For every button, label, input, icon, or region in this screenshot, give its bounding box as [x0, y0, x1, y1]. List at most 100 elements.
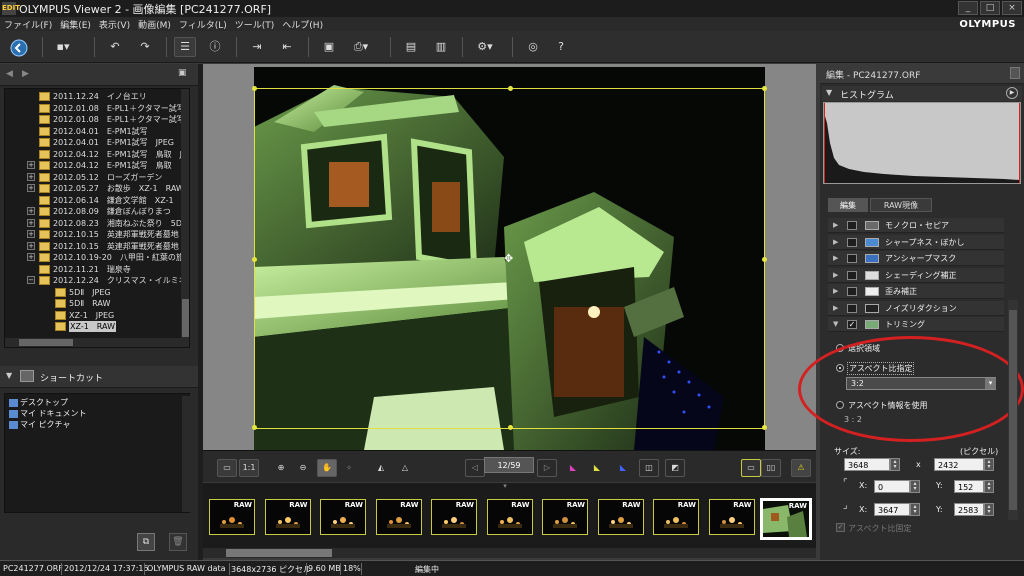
- edit-panel-scroll-thumb[interactable]: [1009, 310, 1017, 510]
- export-icon[interactable]: ⇥: [246, 37, 268, 57]
- single-view-icon[interactable]: ▭: [741, 459, 761, 477]
- shortcut-pictures[interactable]: マイ ピクチャ: [9, 419, 70, 430]
- tree-folder[interactable]: 2012.04.01 E-PM1試写 JPEG: [5, 137, 181, 148]
- undo-icon[interactable]: ↶: [104, 37, 126, 57]
- menu-filter[interactable]: フィルタ(L): [175, 18, 231, 31]
- crop-handle-b[interactable]: [508, 425, 513, 430]
- highlight-warning-icon[interactable]: ⚠: [791, 459, 811, 477]
- menu-view[interactable]: 表示(V): [95, 18, 134, 31]
- filmstrip-thumbnail[interactable]: RAW: [320, 499, 366, 535]
- crop-handle-tl[interactable]: [252, 86, 257, 91]
- expand-icon[interactable]: ▶: [833, 218, 838, 233]
- tree-folder[interactable]: − 2012.12.24 クリスマス・イルミネーション: [5, 275, 189, 286]
- new-folder-icon[interactable]: ▣: [178, 68, 187, 78]
- slideshow-icon[interactable]: ▣: [318, 37, 340, 57]
- effect-checkbox[interactable]: [847, 254, 857, 263]
- tree-folder[interactable]: +2012.05.27 お散歩 XZ-1 RAW: [5, 183, 184, 194]
- tree-folder[interactable]: 2012.04.12 E-PM1試写 鳥取 J: [5, 149, 182, 160]
- filmstrip-thumbnail[interactable]: RAW: [264, 499, 311, 535]
- label-yellow-icon[interactable]: ◣: [587, 459, 607, 477]
- dual-view-icon[interactable]: ▯▯: [761, 459, 781, 477]
- filmstrip-thumbnail[interactable]: RAW: [653, 499, 699, 535]
- effect-monochrome-sepia[interactable]: ▶ モノクロ・セピア: [828, 218, 1004, 233]
- crop-x0-input[interactable]: 0: [874, 480, 910, 493]
- image-adjust-icon[interactable]: ▥: [430, 37, 452, 57]
- add-shortcut-icon[interactable]: ⧉: [137, 533, 155, 551]
- home-icon[interactable]: [8, 37, 30, 57]
- crop-width-spinner[interactable]: ▴ ▾: [890, 458, 900, 471]
- tree-folder[interactable]: +2012.10.15 英連邦軍戦死者墓地: [5, 241, 181, 252]
- menu-file[interactable]: ファイル(F): [0, 18, 56, 31]
- panel-pin-icon[interactable]: [1010, 67, 1020, 79]
- histogram-header[interactable]: ▼ ヒストグラム ▶: [822, 86, 1022, 101]
- tree-folder[interactable]: +2012.04.12 E-PM1試写 鳥取: [5, 160, 181, 171]
- menu-help[interactable]: ヘルプ(H): [278, 18, 327, 31]
- crop-y0-spinner[interactable]: ▴ ▾: [984, 480, 994, 493]
- expand-icon[interactable]: +: [27, 184, 35, 192]
- crop-selection-frame[interactable]: ✥: [252, 86, 767, 430]
- effect-trimming[interactable]: ▼ ✓ トリミング: [828, 317, 1004, 332]
- tree-folder[interactable]: +2012.08.23 湘南ねぶた祭り 5DⅡ: [5, 218, 186, 229]
- crop-handle-bl[interactable]: [252, 425, 257, 430]
- effect-checkbox[interactable]: [847, 303, 857, 313]
- crop-y1-spinner[interactable]: ▴ ▾: [984, 503, 994, 516]
- forward-icon[interactable]: ▶: [22, 69, 29, 79]
- tree-folder[interactable]: +2012.10.19-20 八甲田・紅葉の旅: [5, 252, 184, 263]
- update-icon[interactable]: ◎: [522, 37, 544, 57]
- histogram-options-icon[interactable]: ▶: [1006, 87, 1018, 99]
- tree-folder[interactable]: 2012.04.01 E-PM1試写: [5, 126, 181, 137]
- import-icon[interactable]: ⇤: [276, 37, 298, 57]
- close-button[interactable]: ×: [1002, 1, 1022, 15]
- crop-x0-spinner[interactable]: ▴ ▾: [910, 480, 920, 493]
- crop-handle-t[interactable]: [508, 86, 513, 91]
- tree-subfolder[interactable]: 5DⅡ JPEG: [5, 287, 181, 298]
- help-icon[interactable]: ?: [550, 37, 572, 57]
- effect-checkbox[interactable]: [847, 270, 857, 280]
- zoom-out-icon[interactable]: ⊖: [293, 459, 313, 477]
- expand-icon[interactable]: ▶: [833, 301, 838, 316]
- save-icon[interactable]: ▪▾: [52, 37, 74, 57]
- crop-handle-r[interactable]: [762, 257, 767, 262]
- list-view-icon[interactable]: ☰: [174, 37, 196, 57]
- expand-icon[interactable]: ▶: [833, 284, 838, 299]
- expand-icon[interactable]: +: [27, 161, 35, 169]
- expand-icon[interactable]: +: [27, 241, 35, 250]
- expand-icon[interactable]: +: [27, 218, 35, 227]
- back-icon[interactable]: ◀: [6, 69, 13, 79]
- collapse-histogram-icon[interactable]: ▼: [826, 88, 832, 97]
- expand-icon[interactable]: ▶: [833, 251, 838, 266]
- collapse-icon[interactable]: ▼: [833, 317, 838, 332]
- expand-icon[interactable]: +: [27, 207, 35, 215]
- trash-icon[interactable]: 🗑: [169, 533, 187, 551]
- crop-x1-input[interactable]: 3647: [874, 503, 910, 516]
- zoom-in-icon[interactable]: ⊕: [271, 459, 291, 477]
- shortcut-documents[interactable]: マイ ドキュメント: [9, 408, 87, 419]
- filmstrip-scroll-thumb[interactable]: [226, 549, 332, 557]
- crop-height-input[interactable]: 2432: [934, 458, 984, 471]
- effect-checkbox[interactable]: [847, 287, 857, 296]
- expand-icon[interactable]: +: [27, 230, 35, 238]
- collapse-icon[interactable]: ▼: [6, 371, 12, 380]
- tree-folder[interactable]: +2012.05.12 ローズガーデン: [5, 172, 181, 183]
- filmstrip-thumbnail[interactable]: RAW: [760, 498, 812, 540]
- filmstrip-toggle-icon[interactable]: ▾: [485, 483, 525, 490]
- collapse-icon[interactable]: −: [27, 276, 35, 284]
- next-image-icon[interactable]: ▷: [537, 459, 557, 477]
- menu-edit[interactable]: 編集(E): [56, 18, 95, 31]
- crop-width-input[interactable]: 3648: [844, 458, 890, 471]
- shortcut-scrollbar[interactable]: [182, 396, 190, 512]
- crop-handle-l[interactable]: [252, 257, 257, 262]
- effect-shading[interactable]: ▶ シェーディング補正: [828, 267, 1004, 283]
- expand-icon[interactable]: +: [27, 172, 35, 181]
- actual-size-button[interactable]: 1:1: [239, 459, 259, 477]
- crop-y0-input[interactable]: 152: [954, 480, 984, 493]
- tree-folder[interactable]: 2012.01.08 E-PL1＋クタマー試写: [5, 103, 185, 114]
- minimize-button[interactable]: _: [958, 1, 978, 15]
- effect-checkbox[interactable]: [847, 221, 857, 230]
- effect-checkbox[interactable]: [847, 237, 857, 247]
- expand-icon[interactable]: +: [27, 253, 35, 261]
- crop-y1-input[interactable]: 2583: [954, 503, 984, 516]
- eyedropper-icon[interactable]: ⋄: [339, 459, 359, 477]
- delete-image-icon[interactable]: ◩: [665, 459, 685, 477]
- tree-scroll-thumb[interactable]: [182, 299, 189, 337]
